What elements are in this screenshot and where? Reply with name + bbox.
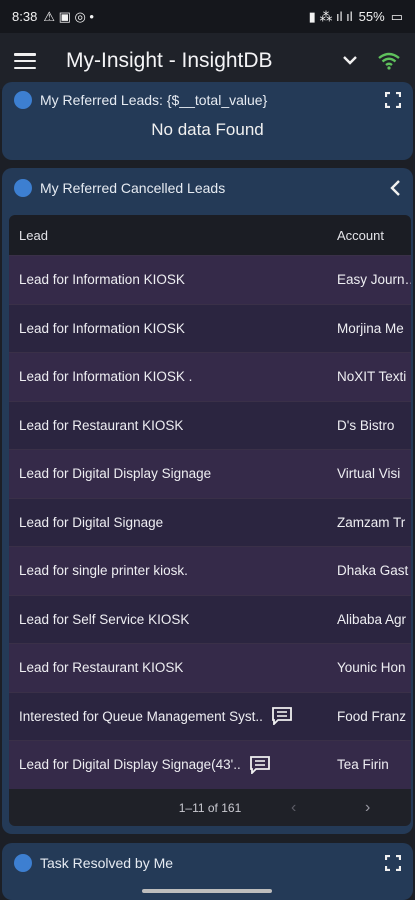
battery-level: 55% bbox=[358, 9, 385, 24]
lead-cell: Lead for single printer kiosk. bbox=[19, 563, 188, 579]
account-cell: Easy Journ… bbox=[337, 272, 411, 288]
lead-cell: Lead for Information KIOSK bbox=[19, 320, 185, 336]
table-row[interactable]: Lead for Information KIOSK Morjina Me bbox=[9, 303, 411, 352]
account-cell: Dhaka Gast bbox=[337, 563, 409, 579]
lead-cell: Lead for Restaurant KIOSK bbox=[19, 660, 184, 676]
wifi-icon bbox=[378, 52, 400, 70]
table-row[interactable]: Lead for single printer kiosk. Dhaka Gas… bbox=[9, 546, 411, 595]
table-row[interactable]: Lead for Restaurant KIOSK Younic Hon bbox=[9, 643, 411, 692]
menu-icon[interactable] bbox=[14, 53, 36, 69]
account-cell: NoXIT Texti bbox=[337, 369, 407, 385]
app-title: My-Insight - InsightDB bbox=[66, 49, 273, 72]
chevron-left-icon[interactable] bbox=[389, 179, 401, 197]
column-header-account[interactable]: Account bbox=[327, 228, 411, 243]
table-row[interactable]: Lead for Digital Display Signage Virtual… bbox=[9, 449, 411, 498]
account-cell: Food Franz bbox=[337, 708, 407, 724]
lead-cell: Lead for Restaurant KIOSK bbox=[19, 417, 184, 433]
referred-leads-card: My Referred Leads: {$__total_value} No d… bbox=[2, 82, 413, 160]
table-header: Lead Account bbox=[9, 215, 411, 255]
comment-icon[interactable] bbox=[271, 707, 293, 726]
card-title: My Referred Cancelled Leads bbox=[40, 180, 226, 196]
table-row[interactable]: Lead for Digital Signage Zamzam Tr bbox=[9, 497, 411, 546]
account-cell: Virtual Visi bbox=[337, 466, 401, 482]
table-row[interactable]: Lead for Information KIOSK . NoXIT Texti bbox=[9, 352, 411, 401]
leads-table: Lead Account Lead for Information KIOSK … bbox=[9, 215, 411, 826]
account-cell: Zamzam Tr bbox=[337, 514, 406, 530]
gesture-handle bbox=[142, 889, 272, 893]
expand-icon[interactable] bbox=[385, 855, 401, 871]
app-bar: My-Insight - InsightDB bbox=[0, 33, 415, 89]
expand-icon[interactable] bbox=[385, 92, 401, 108]
table-pagination: 1–11 of 161 ‹ › bbox=[9, 788, 411, 826]
status-time: 8:38 bbox=[12, 9, 38, 24]
notification-icons: ⚠ ▣ ◎ • bbox=[43, 8, 94, 24]
prev-page-icon[interactable]: ‹ bbox=[291, 799, 296, 817]
lead-cell: Lead for Information KIOSK bbox=[19, 272, 185, 288]
lead-cell: Lead for Digital Display Signage bbox=[19, 466, 212, 482]
status-bar: 8:38 ⚠ ▣ ◎ • ▮ ⁂ ıl ıl 55% ▭ bbox=[0, 0, 415, 33]
status-dot-icon bbox=[14, 91, 32, 109]
account-cell: Younic Hon bbox=[337, 660, 406, 676]
status-dot-icon bbox=[14, 854, 32, 872]
column-header-lead[interactable]: Lead bbox=[9, 228, 327, 243]
card-title: Task Resolved by Me bbox=[40, 855, 174, 871]
status-dot-icon bbox=[14, 179, 32, 197]
cancelled-leads-card: My Referred Cancelled Leads Lead Account… bbox=[2, 168, 413, 834]
signal-icons: ▮ ⁂ ıl ıl bbox=[308, 8, 353, 24]
table-row[interactable]: Lead for Restaurant KIOSK D's Bistro bbox=[9, 400, 411, 449]
lead-cell: Lead for Digital Display Signage(43'.. bbox=[19, 757, 241, 773]
account-cell: Morjina Me bbox=[337, 320, 404, 336]
lead-cell: Lead for Digital Signage bbox=[19, 514, 164, 530]
chevron-down-icon[interactable] bbox=[337, 52, 363, 70]
table-row[interactable]: Lead for Information KIOSK Easy Journ… bbox=[9, 255, 411, 304]
next-page-icon[interactable]: › bbox=[365, 799, 370, 817]
lead-cell: Lead for Information KIOSK . bbox=[19, 369, 193, 385]
table-row[interactable]: Lead for Digital Display Signage(43'.. T… bbox=[9, 740, 411, 789]
account-cell: Alibaba Agr bbox=[337, 611, 407, 627]
account-cell: Tea Firin bbox=[337, 757, 389, 773]
empty-message: No data Found bbox=[151, 120, 264, 139]
lead-cell: Lead for Self Service KIOSK bbox=[19, 611, 190, 627]
card-title: My Referred Leads: {$__total_value} bbox=[40, 92, 268, 108]
table-row[interactable]: Lead for Self Service KIOSK Alibaba Agr bbox=[9, 594, 411, 643]
pagination-label: 1–11 of 161 bbox=[178, 801, 242, 815]
lead-cell: Interested for Queue Management Syst.. bbox=[19, 708, 263, 724]
account-cell: D's Bistro bbox=[337, 417, 395, 433]
comment-icon[interactable] bbox=[249, 755, 271, 774]
table-row[interactable]: Interested for Queue Management Syst.. F… bbox=[9, 691, 411, 740]
battery-icon: ▭ bbox=[390, 8, 403, 24]
